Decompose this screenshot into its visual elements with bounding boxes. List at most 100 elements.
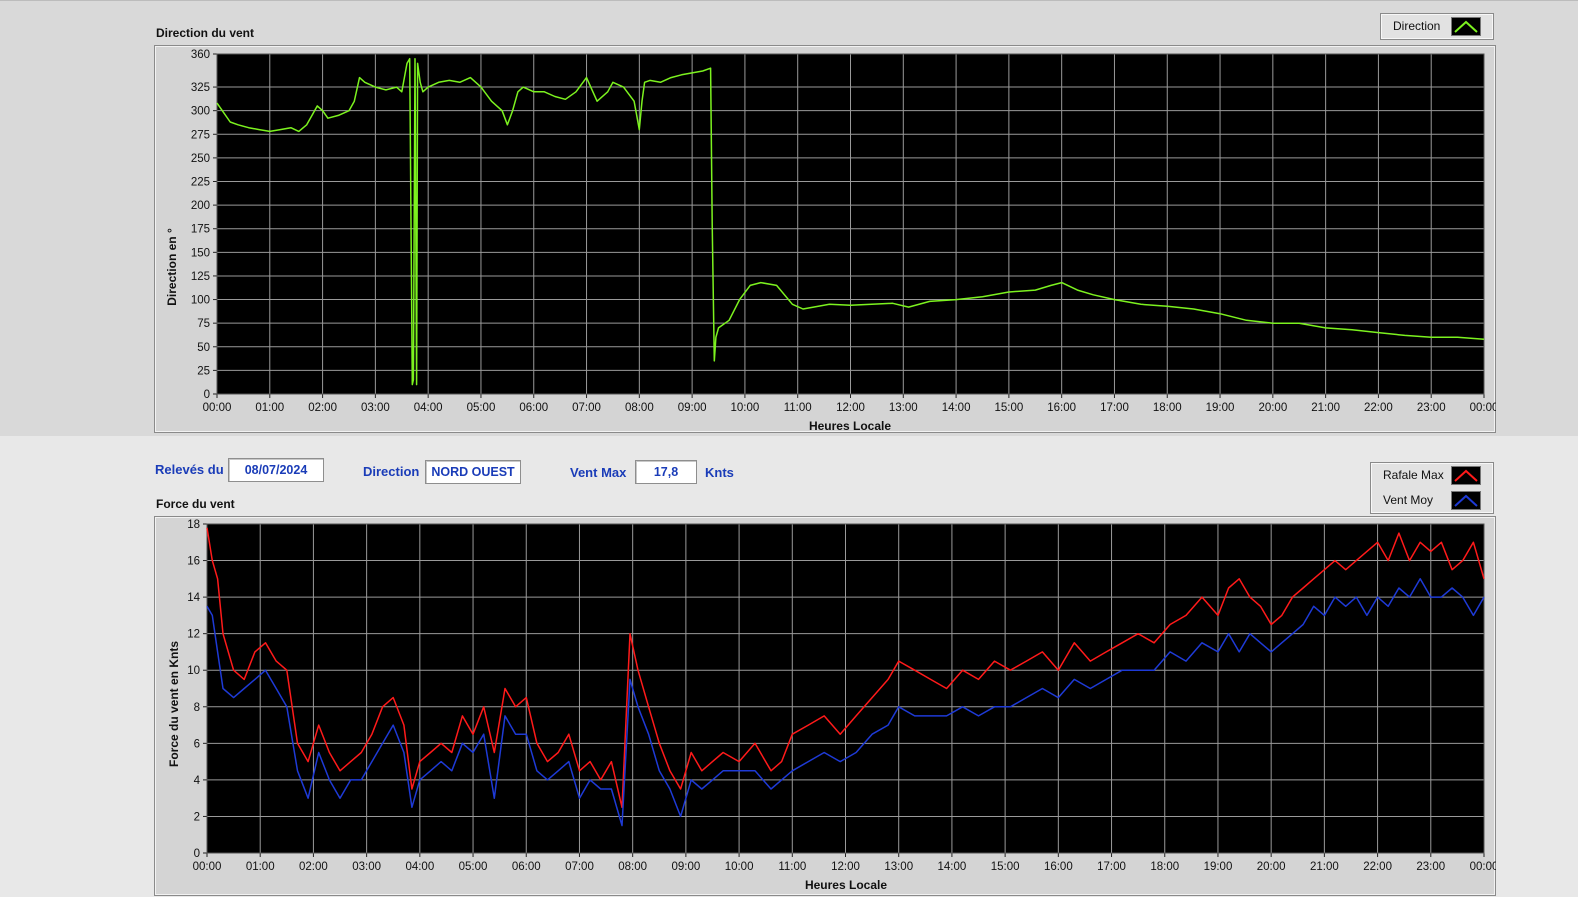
- force-x-axis-label: Heures Locale: [805, 878, 887, 892]
- force-x-tick-label: 11:00: [778, 861, 806, 873]
- direction-y-tick-label: 0: [204, 389, 210, 401]
- force-y-tick-label: 18: [187, 519, 200, 531]
- direction-x-tick-label: 01:00: [255, 402, 284, 414]
- direction-y-tick-label: 325: [191, 82, 210, 94]
- direction-chart[interactable]: Direction en ° Heures Locale 00:00 01:00 0…: [154, 45, 1496, 435]
- force-x-tick-label: 05:00: [459, 861, 488, 873]
- legend-label-rafale-max: Rafale Max: [1383, 468, 1444, 482]
- direction-y-tick-label: 100: [191, 295, 210, 307]
- force-x-tick-label: 18:00: [1150, 861, 1179, 873]
- force-chart[interactable]: Force du vent en Knts Heures Locale 00:0…: [154, 516, 1496, 897]
- force-y-tick-label: 14: [187, 592, 200, 604]
- direction-x-tick-label: 08:00: [625, 402, 654, 414]
- direction-x-tick-label: 07:00: [572, 402, 601, 414]
- direction-x-tick-label: 09:00: [678, 402, 707, 414]
- releves-label: Relevés du: [155, 462, 224, 477]
- legend-label-direction: Direction: [1393, 19, 1441, 33]
- legend-label-vent-moy: Vent Moy: [1383, 493, 1434, 507]
- force-y-tick-label: 2: [194, 811, 200, 823]
- legend-item-vent-moy[interactable]: Vent Moy: [1371, 488, 1493, 512]
- force-x-tick-label: 14:00: [938, 861, 967, 873]
- direction-y-tick-label: 175: [191, 224, 210, 236]
- direction-y-tick-label: 225: [191, 177, 210, 189]
- legend-item-direction[interactable]: Direction: [1381, 14, 1493, 38]
- force-x-tick-label: 20:00: [1257, 861, 1286, 873]
- line-plot-icon: [1451, 17, 1481, 36]
- force-legend[interactable]: Rafale Max Vent Moy: [1370, 462, 1494, 514]
- direction-y-tick-label: 300: [191, 106, 210, 118]
- direction-x-tick-label: 23:00: [1417, 402, 1446, 414]
- force-y-tick-label: 0: [194, 848, 200, 860]
- direction-label: Direction: [363, 464, 420, 479]
- direction-x-tick-label: 15:00: [994, 402, 1023, 414]
- direction-y-tick-label: 360: [191, 49, 210, 61]
- direction-legend[interactable]: Direction: [1380, 13, 1494, 40]
- direction-x-tick-label: 04:00: [414, 402, 443, 414]
- force-x-tick-label: 21:00: [1310, 861, 1339, 873]
- force-x-tick-label: 16:00: [1044, 861, 1073, 873]
- direction-y-tick-label: 275: [191, 129, 210, 141]
- force-x-tick-label: 03:00: [352, 861, 381, 873]
- force-x-tick-label: 02:00: [299, 861, 328, 873]
- vent-max-label: Vent Max: [570, 465, 627, 480]
- force-x-tick-label: 10:00: [725, 861, 754, 873]
- force-x-tick-label: 07:00: [565, 861, 594, 873]
- force-y-tick-label: 4: [194, 775, 201, 787]
- direction-x-tick-label: 20:00: [1258, 402, 1287, 414]
- direction-x-tick-label: 22:00: [1364, 402, 1393, 414]
- direction-x-tick-label: 03:00: [361, 402, 390, 414]
- force-x-tick-label: 19:00: [1204, 861, 1233, 873]
- force-y-tick-label: 6: [194, 738, 200, 750]
- direction-x-tick-label: 11:00: [784, 402, 812, 414]
- force-y-tick-label: 12: [187, 629, 200, 641]
- legend-item-rafale-max[interactable]: Rafale Max: [1371, 463, 1493, 487]
- direction-y-tick-label: 200: [191, 200, 210, 212]
- force-x-tick-label: 04:00: [405, 861, 434, 873]
- direction-x-tick-label: 10:00: [731, 402, 760, 414]
- force-y-tick-label: 8: [194, 702, 200, 714]
- direction-x-tick-label: 06:00: [519, 402, 548, 414]
- direction-x-tick-label: 05:00: [467, 402, 496, 414]
- force-x-tick-label: 22:00: [1363, 861, 1392, 873]
- direction-field[interactable]: NORD OUEST: [425, 460, 521, 484]
- force-x-tick-label: 01:00: [246, 861, 275, 873]
- force-y-axis-label: Force du vent en Knts: [167, 641, 181, 767]
- date-field[interactable]: 08/07/2024: [228, 458, 324, 482]
- direction-y-tick-label: 125: [191, 271, 210, 283]
- force-x-tick-label: 23:00: [1416, 861, 1445, 873]
- direction-x-axis-label: Heures Locale: [809, 419, 891, 433]
- direction-y-tick-label: 250: [191, 153, 210, 165]
- unit-label: Knts: [705, 465, 734, 480]
- direction-y-tick-label: 75: [197, 318, 210, 330]
- direction-x-tick-label: 02:00: [308, 402, 337, 414]
- direction-x-tick-label: 19:00: [1206, 402, 1235, 414]
- force-x-tick-label: 08:00: [618, 861, 647, 873]
- direction-y-tick-label: 25: [197, 365, 210, 377]
- line-plot-icon: [1451, 466, 1481, 485]
- direction-chart-title: Direction du vent: [156, 26, 255, 40]
- direction-x-tick-label: 18:00: [1153, 402, 1182, 414]
- force-x-tick-label: 09:00: [671, 861, 700, 873]
- force-chart-title: Force du vent: [156, 497, 235, 511]
- line-plot-icon: [1451, 491, 1481, 510]
- direction-x-tick-label: 16:00: [1047, 402, 1076, 414]
- direction-x-tick-label: 14:00: [942, 402, 971, 414]
- vent-max-field[interactable]: 17,8: [635, 460, 697, 484]
- direction-y-axis-label: Direction en °: [165, 228, 179, 306]
- force-y-tick-label: 10: [187, 665, 200, 677]
- direction-x-tick-label: 00:00: [1470, 402, 1496, 414]
- force-y-tick-label: 16: [187, 556, 200, 568]
- direction-y-tick-label: 50: [197, 342, 210, 354]
- direction-x-tick-label: 17:00: [1100, 402, 1129, 414]
- force-x-tick-label: 17:00: [1097, 861, 1126, 873]
- force-x-tick-label: 12:00: [831, 861, 860, 873]
- force-x-tick-label: 06:00: [512, 861, 541, 873]
- force-x-tick-label: 00:00: [1470, 861, 1496, 873]
- direction-x-tick-label: 13:00: [889, 402, 918, 414]
- direction-y-tick-label: 150: [191, 247, 210, 259]
- direction-x-tick-label: 21:00: [1311, 402, 1340, 414]
- force-x-tick-label: 00:00: [193, 861, 222, 873]
- force-x-tick-label: 13:00: [884, 861, 913, 873]
- direction-x-tick-label: 12:00: [836, 402, 865, 414]
- direction-x-tick-label: 00:00: [203, 402, 232, 414]
